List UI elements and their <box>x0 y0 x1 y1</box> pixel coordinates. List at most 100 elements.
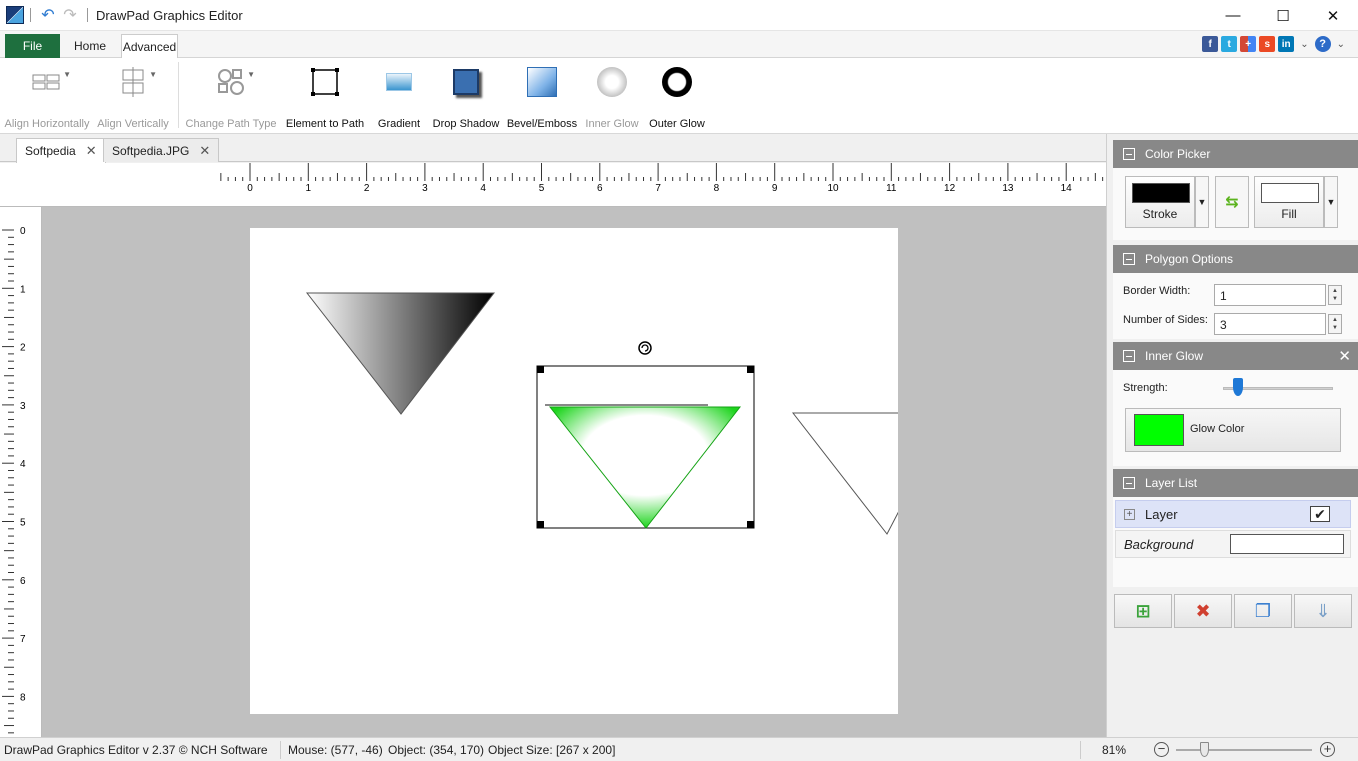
background-row[interactable]: Background <box>1115 530 1351 558</box>
canvas-drawing <box>305 292 898 535</box>
collapse-icon[interactable] <box>1123 253 1135 265</box>
stroke-label: Stroke <box>1142 207 1178 221</box>
ribbon-divider <box>178 62 179 128</box>
fill-dropdown[interactable]: ▼ <box>1324 176 1338 228</box>
status-object-size: Object Size: [267 x 200] <box>488 743 616 757</box>
stumbleupon-icon[interactable]: s <box>1259 36 1276 52</box>
linkedin-icon[interactable]: in <box>1278 36 1295 52</box>
glow-color-label: Glow Color <box>1190 423 1245 435</box>
ruler-label: 1 <box>306 183 312 194</box>
close-icon[interactable]: ✕ <box>86 143 97 159</box>
sides-stepper[interactable]: ▲ ▼ <box>1328 314 1342 334</box>
ruler-label: 6 <box>20 576 26 587</box>
border-width-stepper[interactable]: ▲ ▼ <box>1328 285 1342 305</box>
drawing-canvas[interactable] <box>250 228 898 714</box>
inner-glow-header[interactable]: Inner Glow ✕ <box>1113 342 1358 370</box>
inner-glow-button[interactable]: Inner Glow <box>584 62 640 130</box>
swap-colors-button[interactable]: ⇆ <box>1215 176 1249 228</box>
window-controls: — ☐ ✕ <box>1208 0 1358 31</box>
ruler-label: 7 <box>20 634 26 645</box>
layer-row[interactable]: + Layer ✔ <box>1115 500 1351 528</box>
workspace[interactable] <box>42 207 1106 737</box>
white-triangle[interactable] <box>791 412 898 535</box>
ruler-label: 5 <box>539 183 545 194</box>
bevel-emboss-button[interactable]: Bevel/Emboss <box>507 62 577 130</box>
zoom-slider-thumb[interactable] <box>1200 742 1209 757</box>
polygon-options-header[interactable]: Polygon Options <box>1113 245 1358 273</box>
minimize-button[interactable]: — <box>1208 0 1258 31</box>
maximize-button[interactable]: ☐ <box>1258 0 1308 31</box>
redo-icon[interactable]: ↷ <box>61 6 79 24</box>
chevron-down-icon[interactable]: ⌄ <box>1337 39 1345 50</box>
doc-tab-label: Softpedia.JPG <box>112 143 190 158</box>
rotate-handle-icon[interactable] <box>638 341 652 355</box>
strength-slider-thumb[interactable] <box>1233 378 1244 396</box>
color-picker-header[interactable]: Color Picker <box>1113 140 1358 168</box>
element-to-path-button[interactable]: Element to Path <box>286 62 364 130</box>
zoom-out-button[interactable]: − <box>1154 742 1169 757</box>
ruler-label: 8 <box>20 692 26 703</box>
doc-tab-softpedia[interactable]: Softpedia ✕ <box>16 138 106 163</box>
expand-icon[interactable]: + <box>1124 508 1135 520</box>
merge-layer-icon: ⇓ <box>1315 600 1331 621</box>
close-button[interactable]: ✕ <box>1308 0 1358 31</box>
gradient-icon <box>381 62 417 102</box>
menu-tab-file[interactable]: File <box>5 34 60 58</box>
collapse-icon[interactable] <box>1123 477 1135 489</box>
title-bar: ↶ ↷ DrawPad Graphics Editor — ☐ ✕ <box>0 0 1358 31</box>
gradient-button[interactable]: Gradient <box>376 62 422 130</box>
add-layer-button[interactable]: ⊞ <box>1114 594 1172 628</box>
selected-object[interactable] <box>536 365 755 529</box>
sides-label: Number of Sides: <box>1123 314 1208 326</box>
app-logo-icon[interactable] <box>6 6 24 24</box>
delete-layer-button[interactable]: ✖ <box>1174 594 1232 628</box>
duplicate-layer-icon: ❐ <box>1254 600 1272 621</box>
duplicate-layer-button[interactable]: ❐ <box>1234 594 1292 628</box>
menu-tab-advanced[interactable]: Advanced <box>121 34 178 59</box>
change-path-type-button[interactable]: ▼ Change Path Type <box>186 62 276 130</box>
color-picker-body: Stroke ▼ ⇆ Fill ▼ <box>1113 168 1358 240</box>
align-vertically-button[interactable]: ▼ Align Vertically <box>97 62 169 130</box>
glow-color-button[interactable]: Glow Color <box>1125 408 1341 452</box>
collapse-icon[interactable] <box>1123 148 1135 160</box>
doc-tab-softpedia-jpg[interactable]: Softpedia.JPG ✕ <box>103 138 220 162</box>
undo-icon[interactable]: ↶ <box>39 6 57 24</box>
outer-glow-button[interactable]: Outer Glow <box>648 62 706 130</box>
horizontal-ruler-ticks: 0 1 2 3 4 5 6 7 8 9 10 11 12 13 14 <box>220 163 1104 194</box>
sides-input[interactable]: 3 <box>1214 313 1326 335</box>
zoom-slider-track[interactable] <box>1176 749 1312 751</box>
gradient-triangle[interactable] <box>305 292 496 415</box>
twitter-icon[interactable]: t <box>1221 36 1238 52</box>
add-layer-icon: ⊞ <box>1135 600 1151 621</box>
visibility-checkbox[interactable]: ✔ <box>1310 506 1330 522</box>
bevel-emboss-icon <box>524 62 560 102</box>
layer-list-header[interactable]: Layer List <box>1113 469 1358 497</box>
drop-shadow-button[interactable]: Drop Shadow <box>432 62 500 130</box>
status-version: DrawPad Graphics Editor v 2.37 © NCH Sof… <box>4 743 268 757</box>
ribbon-label: Gradient <box>377 118 421 130</box>
close-icon[interactable]: ✕ <box>1338 347 1351 365</box>
align-horizontally-button[interactable]: ▼ Align Horizontally <box>5 62 90 130</box>
google-plus-icon[interactable]: + <box>1240 36 1257 52</box>
ruler-label: 9 <box>772 183 778 194</box>
fill-label: Fill <box>1281 207 1297 221</box>
background-color-box[interactable] <box>1230 534 1344 554</box>
doc-tab-label: Softpedia <box>25 144 76 158</box>
stroke-color-button[interactable]: Stroke <box>1125 176 1195 228</box>
menu-tab-home[interactable]: Home <box>62 34 118 58</box>
border-width-input[interactable]: 1 <box>1214 284 1326 306</box>
zoom-in-button[interactable]: + <box>1320 742 1335 757</box>
collapse-icon[interactable] <box>1123 350 1135 362</box>
stroke-dropdown[interactable]: ▼ <box>1195 176 1209 228</box>
facebook-icon[interactable]: f <box>1202 36 1219 52</box>
chevron-down-icon[interactable]: ⌄ <box>1300 39 1308 50</box>
merge-layer-button[interactable]: ⇓ <box>1294 594 1352 628</box>
ruler-label: 1 <box>20 284 26 295</box>
status-bar: DrawPad Graphics Editor v 2.37 © NCH Sof… <box>0 737 1358 761</box>
border-width-label: Border Width: <box>1123 285 1191 297</box>
close-icon[interactable]: ✕ <box>199 143 210 159</box>
fill-color-button[interactable]: Fill <box>1254 176 1324 228</box>
ruler-label: 2 <box>20 343 26 354</box>
ruler-label: 0 <box>20 226 26 237</box>
help-icon[interactable]: ? <box>1314 36 1331 52</box>
